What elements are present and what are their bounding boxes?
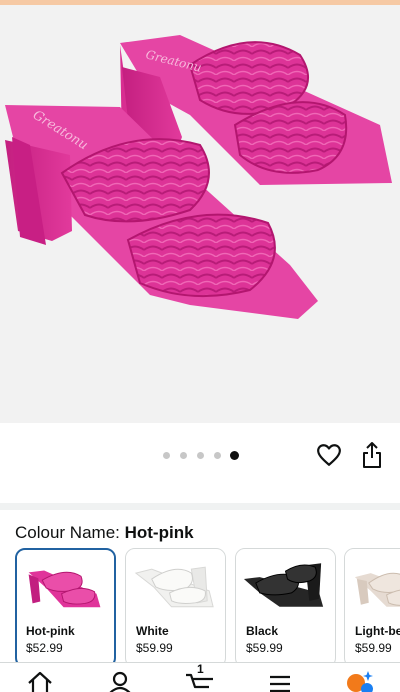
colour-swatch-list: Hot-pink $52.99 White $59.99 Black $59.9…	[15, 548, 400, 662]
carousel-indicator[interactable]	[161, 450, 239, 460]
bottom-nav-bar: 1	[0, 662, 400, 692]
swatch-name: Hot-pink	[26, 624, 75, 638]
carousel-dot-active[interactable]	[229, 450, 239, 460]
swatch-hot-pink[interactable]: Hot-pink $52.99	[15, 548, 116, 662]
swatch-image	[345, 549, 400, 619]
swatch-white[interactable]: White $59.99	[125, 548, 226, 662]
swatch-black[interactable]: Black $59.99	[235, 548, 336, 662]
carousel-dot[interactable]	[178, 450, 188, 460]
account-icon[interactable]	[105, 669, 135, 692]
swatch-image	[126, 549, 225, 619]
colour-name-value: Hot-pink	[124, 523, 194, 542]
sandal-illustration: Greatonu Greatonu	[5, 35, 392, 319]
cart-count-badge: 1	[197, 662, 204, 676]
colour-name-heading: Colour Name: Hot-pink	[15, 523, 194, 543]
assistant-icon[interactable]	[343, 669, 373, 692]
swatch-light-beige[interactable]: Light-be $59.99	[344, 548, 400, 662]
heart-icon[interactable]	[316, 442, 342, 468]
section-divider	[0, 503, 400, 510]
swatch-price: $52.99	[26, 641, 63, 655]
swatch-price: $59.99	[246, 641, 283, 655]
carousel-dot[interactable]	[195, 450, 205, 460]
swatch-image	[236, 549, 335, 619]
product-image[interactable]: Greatonu Greatonu	[0, 5, 400, 423]
swatch-name: Black	[246, 624, 279, 638]
colour-name-label: Colour Name:	[15, 523, 120, 542]
menu-icon[interactable]	[265, 669, 295, 692]
image-controls	[0, 423, 400, 503]
swatch-price: $59.99	[136, 641, 173, 655]
home-icon[interactable]	[25, 669, 55, 692]
carousel-dot[interactable]	[161, 450, 171, 460]
swatch-name: Light-be	[355, 624, 400, 638]
swatch-image	[17, 551, 114, 619]
swatch-price: $59.99	[355, 641, 392, 655]
share-icon[interactable]	[360, 441, 384, 469]
carousel-dot[interactable]	[212, 450, 222, 460]
swatch-name: White	[136, 624, 169, 638]
